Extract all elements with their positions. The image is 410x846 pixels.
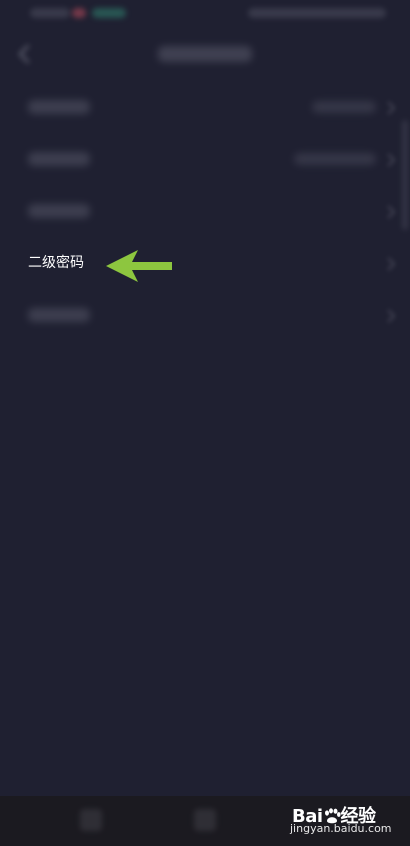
left-arrow-icon xyxy=(106,250,172,282)
settings-row-secondary-password[interactable]: 二级密码 xyxy=(0,238,410,290)
status-notification-icon xyxy=(72,8,86,18)
settings-row-3[interactable] xyxy=(0,186,410,238)
status-app-icon xyxy=(92,8,126,18)
row-label-blurred xyxy=(28,308,90,322)
row-label-blurred xyxy=(28,204,90,218)
nav-home-button[interactable] xyxy=(194,809,216,831)
row-value-blurred xyxy=(294,153,376,165)
watermark-url: jingyan.baidu.com xyxy=(290,822,392,835)
scroll-indicator xyxy=(402,120,408,230)
chevron-right-icon xyxy=(387,205,396,219)
status-indicators-blur xyxy=(248,8,386,18)
row-value-blurred xyxy=(312,101,376,113)
settings-row-5[interactable] xyxy=(0,290,410,342)
baidu-jingyan-watermark: Bai 经验 jingyan.baidu.com xyxy=(286,802,392,838)
back-arrow-icon[interactable] xyxy=(14,42,34,66)
app-screen: 二级密码 Bai 经验 jingyan.baidu.com xyxy=(0,0,410,846)
header xyxy=(0,26,410,82)
settings-row-2[interactable] xyxy=(0,134,410,186)
chevron-right-icon xyxy=(387,257,396,271)
row-label-blurred xyxy=(28,100,90,114)
row-label-blurred xyxy=(28,152,90,166)
status-bar xyxy=(0,0,410,26)
nav-menu-button[interactable] xyxy=(80,809,102,831)
chevron-right-icon xyxy=(387,101,396,115)
settings-row-1[interactable] xyxy=(0,82,410,134)
page-title-blurred xyxy=(158,46,252,62)
chevron-right-icon xyxy=(387,309,396,323)
status-time-blur xyxy=(30,8,70,18)
chevron-right-icon xyxy=(387,153,396,167)
secondary-password-label: 二级密码 xyxy=(28,255,84,271)
